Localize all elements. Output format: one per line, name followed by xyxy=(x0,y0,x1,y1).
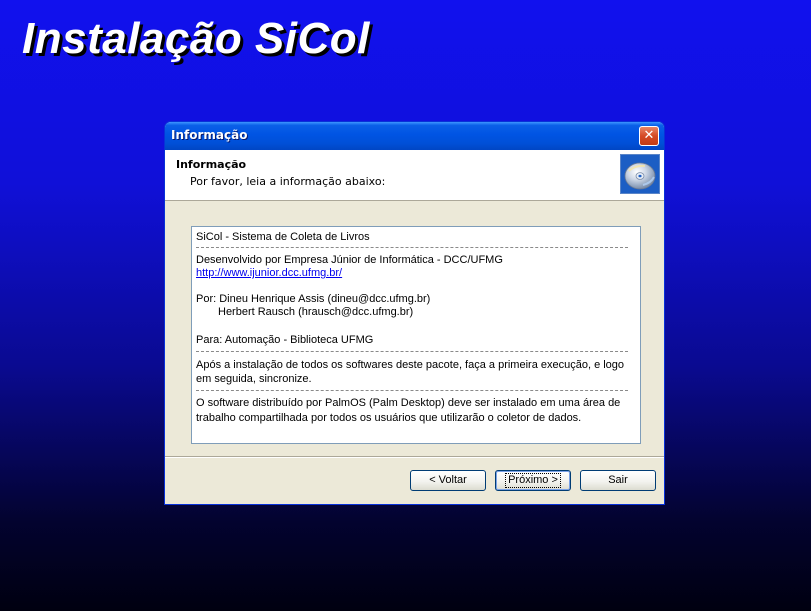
next-button-label: Próximo > xyxy=(505,473,561,488)
separator xyxy=(196,390,628,391)
back-button-label: < Voltar xyxy=(429,474,467,486)
button-area-divider xyxy=(165,456,664,458)
information-dialog: Informação ✕ Informação Por favor, leia … xyxy=(164,121,665,505)
next-button[interactable]: Próximo > xyxy=(495,470,571,491)
close-icon: ✕ xyxy=(643,128,655,143)
info-line-author-1: Por: Dineu Henrique Assis (dineu@dcc.ufm… xyxy=(196,293,431,305)
developer-website-link[interactable]: http://www.ijunior.dcc.ufmg.br/ xyxy=(196,267,342,279)
separator xyxy=(196,351,628,352)
exit-button[interactable]: Sair xyxy=(580,470,656,491)
information-text-content: SiCol - Sistema de Coleta de Livros Dese… xyxy=(194,229,638,441)
installer-title: Instalação SiCol xyxy=(22,14,370,63)
close-button[interactable]: ✕ xyxy=(639,126,659,146)
info-line-instruction-2a: O software distribuído por PalmOS (Palm … xyxy=(196,397,621,409)
info-line-instruction-1a: Após a instalação de todos os softwares … xyxy=(196,359,625,371)
dialog-title: Informação xyxy=(171,128,248,142)
exit-button-label: Sair xyxy=(608,474,628,486)
back-button[interactable]: < Voltar xyxy=(410,470,486,491)
info-line-title: SiCol - Sistema de Coleta de Livros xyxy=(196,231,370,243)
info-line-instruction-2b: trabalho compartilhada por todos os usuá… xyxy=(196,412,582,424)
cd-disc-icon xyxy=(620,154,660,194)
info-line-author-2: Herbert Rausch (hrausch@dcc.ufmg.br) xyxy=(218,306,414,318)
info-line-client: Para: Automação - Biblioteca UFMG xyxy=(196,334,374,346)
header-title: Informação xyxy=(176,158,247,171)
dialog-header: Informação Por favor, leia a informação … xyxy=(165,150,664,201)
header-subtitle: Por favor, leia a informação abaixo: xyxy=(190,175,386,188)
info-line-instruction-1b: em seguida, sincronize. xyxy=(196,373,312,385)
dialog-titlebar[interactable]: Informação ✕ xyxy=(165,122,664,150)
info-line-developer: Desenvolvido por Empresa Júnior de Infor… xyxy=(196,254,503,266)
separator xyxy=(196,247,628,248)
information-textbox[interactable]: SiCol - Sistema de Coleta de Livros Dese… xyxy=(191,226,641,444)
